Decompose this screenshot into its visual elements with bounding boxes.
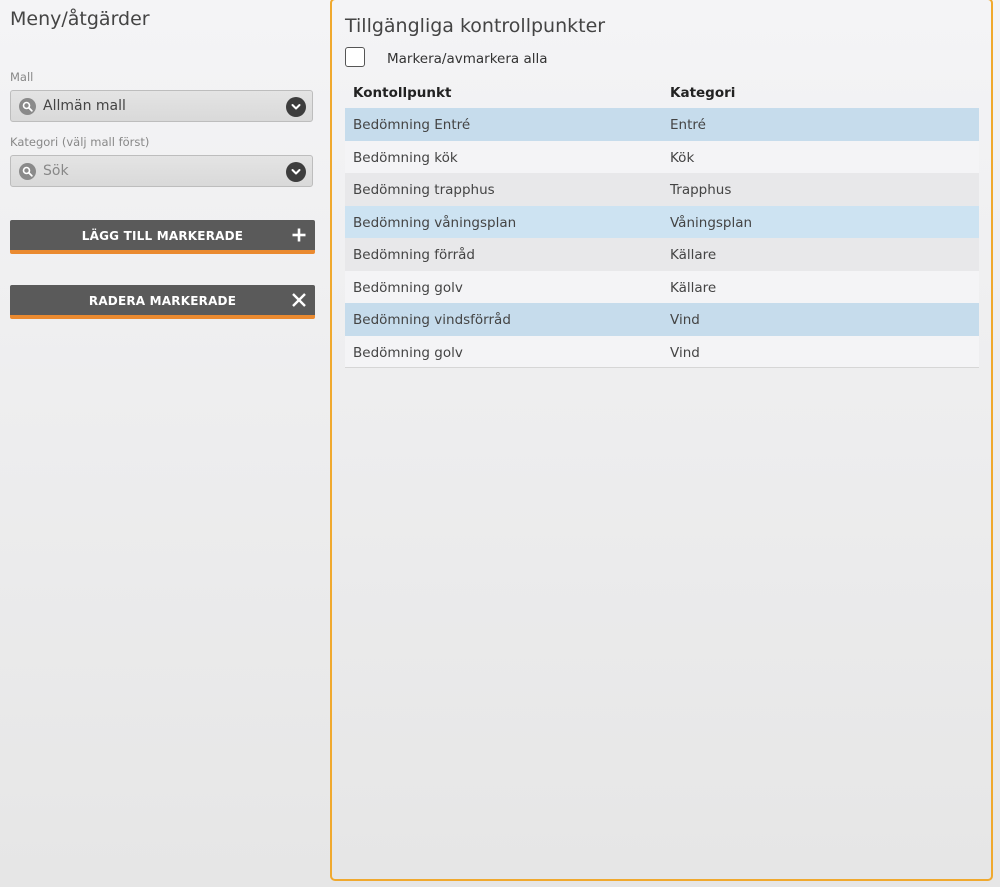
column-header-category[interactable]: Kategori (670, 85, 735, 101)
select-all-checkbox[interactable] (345, 47, 365, 67)
table-row[interactable]: Bedömning kök Kök (345, 140, 979, 173)
template-value: Allmän mall (43, 98, 126, 114)
table-header: Kontollpunkt Kategori (345, 76, 979, 108)
checkpoint-cell: Bedömning trapphus (353, 182, 495, 198)
plus-icon (291, 227, 307, 243)
table-row[interactable]: Bedömning förråd Källare (345, 238, 979, 271)
delete-selected-button[interactable]: RADERA MARKERADE (10, 285, 315, 319)
category-cell: Källare (670, 247, 717, 263)
table-row[interactable]: Bedömning golv Källare (345, 270, 979, 303)
add-selected-label: LÄGG TILL MARKERADE (81, 229, 244, 243)
search-icon (19, 98, 36, 115)
category-cell: Entré (670, 117, 706, 133)
close-icon (291, 292, 307, 308)
checkpoints-table: Kontollpunkt Kategori Bedömning Entré En… (345, 76, 979, 368)
table-row[interactable]: Bedömning vindsförråd Vind (345, 303, 979, 336)
checkpoint-cell: Bedömning golv (353, 279, 463, 296)
table-row[interactable]: Bedömning våningsplan Våningsplan (345, 205, 979, 238)
checkpoint-cell: Bedömning förråd (353, 247, 475, 263)
checkpoint-cell: Bedömning våningsplan (353, 214, 517, 231)
category-search-placeholder: Sök (43, 163, 69, 179)
checkpoint-cell: Bedömning vindsförråd (353, 312, 511, 328)
menu-title: Meny/åtgärder (10, 8, 150, 30)
select-all-label[interactable]: Markera/avmarkera alla (387, 51, 548, 67)
panel-title: Tillgängliga kontrollpunkter (345, 15, 606, 37)
checkpoint-cell: Bedömning Entré (353, 117, 471, 133)
search-icon (19, 163, 36, 180)
checkpoint-cell: Bedömning golv (353, 344, 463, 361)
table-row[interactable]: Bedömning golv Vind (345, 335, 979, 368)
table-row[interactable]: Bedömning trapphus Trapphus (345, 173, 979, 206)
category-cell: Källare (670, 279, 717, 296)
delete-selected-label: RADERA MARKERADE (88, 294, 237, 308)
chevron-down-icon[interactable] (286, 162, 306, 182)
category-select[interactable]: Sök (10, 155, 313, 187)
category-cell: Kök (670, 149, 695, 166)
column-header-checkpoint[interactable]: Kontollpunkt (353, 85, 451, 101)
table-row[interactable]: Bedömning Entré Entré (345, 108, 979, 141)
category-cell: Våningsplan (670, 214, 753, 231)
template-select[interactable]: Allmän mall (10, 90, 313, 122)
template-label: Mall (10, 70, 34, 84)
checkpoint-cell: Bedömning kök (353, 149, 458, 166)
add-selected-button[interactable]: LÄGG TILL MARKERADE (10, 220, 315, 254)
category-cell: Trapphus (670, 182, 732, 198)
chevron-down-icon[interactable] (286, 97, 306, 117)
category-cell: Vind (670, 312, 700, 328)
category-label: Kategori (välj mall först) (10, 135, 150, 149)
category-cell: Vind (670, 344, 700, 361)
checkpoints-panel: Tillgängliga kontrollpunkter Markera/avm… (330, 0, 993, 881)
